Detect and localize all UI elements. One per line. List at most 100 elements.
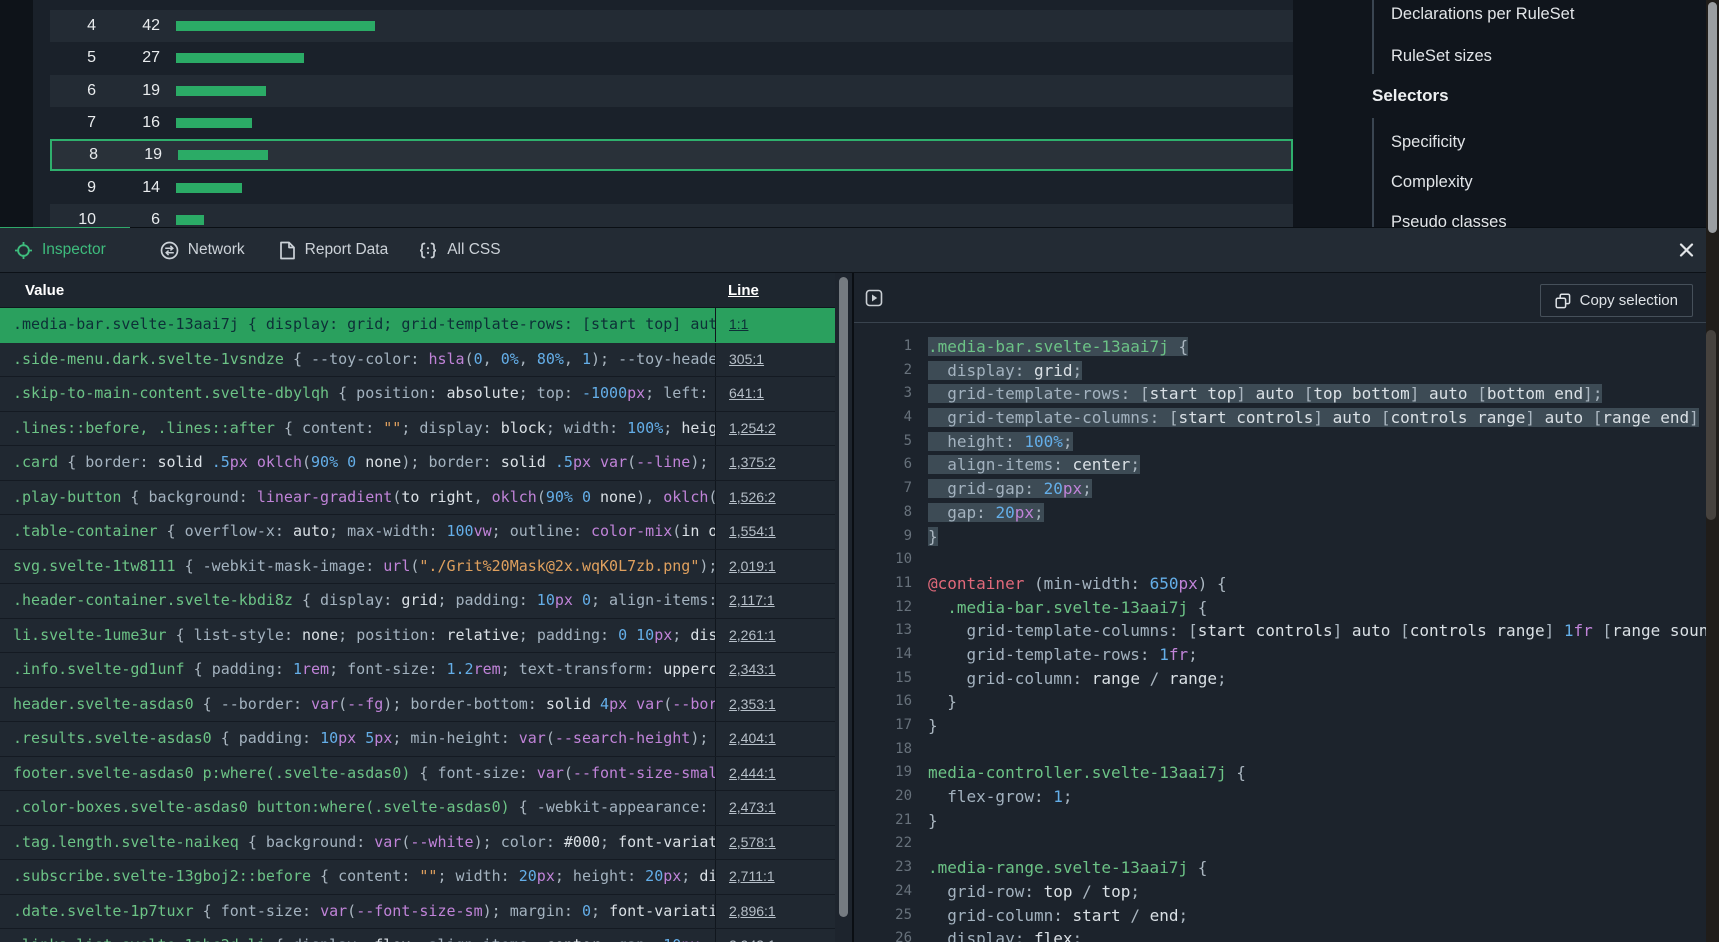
code-toolbar: Copy selection <box>854 273 1706 323</box>
line-link[interactable]: 1,375:2 <box>729 454 776 470</box>
rule-line-cell: 2,943:1 <box>715 929 835 942</box>
rule-value: .skip-to-main-content.svelte-dbylqh { po… <box>0 377 715 411</box>
code-line-4: 4 grid-template-columns: [start controls… <box>854 406 1706 430</box>
rule-row-1[interactable]: .media-bar.svelte-13aai7j { display: gri… <box>0 308 835 343</box>
rule-row-13[interactable]: .results.svelte-asdas0 { padding: 10px 5… <box>0 722 835 757</box>
line-number: 4 <box>854 406 912 430</box>
rule-line-cell: 1,254:2 <box>715 412 835 446</box>
line-number: 2 <box>854 359 912 383</box>
sidebar-item-complexity[interactable]: Complexity <box>1391 170 1473 194</box>
chart-row-4[interactable]: 442 <box>50 10 1293 42</box>
line-link[interactable]: 1,526:2 <box>729 489 776 505</box>
line-number: 24 <box>854 880 912 904</box>
rule-row-7[interactable]: .table-container { overflow-x: auto; max… <box>0 515 835 550</box>
page-scrollbar-track[interactable] <box>1706 0 1719 942</box>
document-icon <box>279 241 296 260</box>
bucket-count: 16 <box>96 114 160 132</box>
line-link[interactable]: 641:1 <box>729 385 764 401</box>
sidebar-item-declarations-per-ruleset[interactable]: Declarations per RuleSet <box>1391 2 1574 26</box>
tab-network[interactable]: Network <box>160 241 245 260</box>
code-line-16: 16 } <box>854 690 1706 714</box>
code-text: grid-column: range / range; <box>928 667 1227 691</box>
line-link[interactable]: 2,261:1 <box>729 627 776 643</box>
rule-row-4[interactable]: .lines::before, .lines::after { content:… <box>0 412 835 447</box>
line-link[interactable]: 2,353:1 <box>729 696 776 712</box>
line-link[interactable]: 2,117:1 <box>729 592 775 608</box>
line-number: 7 <box>854 477 912 501</box>
rule-value: .lines::before, .lines::after { content:… <box>0 412 715 446</box>
report-page-region: 442527619716819914106 Declarations per R… <box>0 0 1719 227</box>
rule-row-17[interactable]: .subscribe.svelte-13gboj2::before { cont… <box>0 860 835 895</box>
line-link[interactable]: 1,554:1 <box>729 523 776 539</box>
rule-row-6[interactable]: .play-button { background: linear-gradie… <box>0 481 835 516</box>
sidebar-item-pseudo-classes[interactable]: Pseudo classes <box>1391 210 1507 227</box>
table-scrollbar[interactable] <box>835 273 852 942</box>
rule-row-11[interactable]: .info.svelte-gd1unf { padding: 1rem; fon… <box>0 653 835 688</box>
line-link[interactable]: 2,896:1 <box>729 903 776 919</box>
rule-line-cell: 305:1 <box>715 343 835 377</box>
css-analyzer-app: 442527619716819914106 Declarations per R… <box>0 0 1719 942</box>
rule-line-cell: 2,353:1 <box>715 688 835 722</box>
rule-row-8[interactable]: svg.svelte-1tw8111 { -webkit-mask-image:… <box>0 550 835 585</box>
open-panel-toggle[interactable] <box>865 289 883 307</box>
rules-table-rows: .media-bar.svelte-13aai7j { display: gri… <box>0 308 835 942</box>
code-scrollbar-thumb[interactable] <box>1706 330 1716 520</box>
rule-row-18[interactable]: .date.svelte-1p7tuxr { font-size: var(--… <box>0 895 835 930</box>
line-link[interactable]: 2,404:1 <box>729 730 776 746</box>
line-link[interactable]: 2,444:1 <box>729 765 776 781</box>
line-link[interactable]: 1,254:2 <box>729 420 776 436</box>
code-line-1: 1.media-bar.svelte-13aai7j { <box>854 335 1706 359</box>
line-link[interactable]: 2,943:1 <box>729 937 776 942</box>
tab-inspector[interactable]: Inspector <box>14 241 106 260</box>
rule-row-15[interactable]: .color-boxes.svelte-asdas0 button:where(… <box>0 791 835 826</box>
rule-row-10[interactable]: li.svelte-1ume3ur { list-style: none; po… <box>0 619 835 654</box>
code-line-14: 14 grid-template-rows: 1fr; <box>854 643 1706 667</box>
line-number: 18 <box>854 738 912 762</box>
line-number: 21 <box>854 809 912 833</box>
rule-row-16[interactable]: .tag.length.svelte-naikeq { background: … <box>0 826 835 861</box>
chart-row-9[interactable]: 914 <box>50 171 1293 203</box>
page-scrollbar-thumb[interactable] <box>1708 2 1717 233</box>
rule-value: .date.svelte-1p7tuxr { font-size: var(--… <box>0 895 715 929</box>
line-link[interactable]: 1:1 <box>729 316 748 332</box>
line-link[interactable]: 2,019:1 <box>729 558 776 574</box>
rule-value: footer.svelte-asdas0 p:where(.svelte-asd… <box>0 757 715 791</box>
sidebar-item-specificity[interactable]: Specificity <box>1391 130 1465 154</box>
bucket-label: 6 <box>50 82 96 100</box>
rule-row-2[interactable]: .side-menu.dark.svelte-1vsndze { --toy-c… <box>0 343 835 378</box>
rule-row-14[interactable]: footer.svelte-asdas0 p:where(.svelte-asd… <box>0 757 835 792</box>
code-line-5: 5 height: 100%; <box>854 430 1706 454</box>
code-text: media-controller.svelte-13aai7j { <box>928 761 1246 785</box>
rule-row-19[interactable]: .links-list.svelte-1abc2d li { display: … <box>0 929 835 942</box>
line-number: 6 <box>854 453 912 477</box>
chart-row-7[interactable]: 716 <box>50 107 1293 139</box>
code-line-24: 24 grid-row: top / top; <box>854 880 1706 904</box>
chart-row-10[interactable]: 106 <box>50 204 1293 227</box>
code-editor[interactable]: 1.media-bar.svelte-13aai7j {2 display: g… <box>854 323 1706 942</box>
close-panel-button[interactable] <box>1678 242 1695 259</box>
line-link[interactable]: 305:1 <box>729 351 764 367</box>
sidebar-item-ruleset-sizes[interactable]: RuleSet sizes <box>1391 44 1492 68</box>
rule-value: .results.svelte-asdas0 { padding: 10px 5… <box>0 722 715 756</box>
bucket-label: 5 <box>50 49 96 67</box>
tab-all-css[interactable]: All CSS <box>418 241 500 260</box>
code-text: } <box>928 525 938 549</box>
bucket-label: 9 <box>50 179 96 197</box>
line-link[interactable]: 2,473:1 <box>729 799 776 815</box>
table-scrollbar-thumb[interactable] <box>839 277 848 917</box>
copy-selection-button[interactable]: Copy selection <box>1540 284 1693 317</box>
line-link[interactable]: 2,578:1 <box>729 834 776 850</box>
chart-row-5[interactable]: 527 <box>50 42 1293 74</box>
rule-row-3[interactable]: .skip-to-main-content.svelte-dbylqh { po… <box>0 377 835 412</box>
line-number: 23 <box>854 856 912 880</box>
tab-report-data[interactable]: Report Data <box>279 241 389 260</box>
chart-row-6[interactable]: 619 <box>50 75 1293 107</box>
rule-line-cell: 2,578:1 <box>715 826 835 860</box>
line-link[interactable]: 2,711:1 <box>729 868 775 884</box>
rule-row-9[interactable]: .header-container.svelte-kbdi8z { displa… <box>0 584 835 619</box>
chart-row-8[interactable]: 819 <box>50 139 1293 171</box>
column-header-line[interactable]: Line <box>715 282 835 299</box>
rule-row-12[interactable]: header.svelte-asdas0 { --border: var(--f… <box>0 688 835 723</box>
rule-row-5[interactable]: .card { border: solid .5px oklch(90% 0 n… <box>0 446 835 481</box>
line-link[interactable]: 2,343:1 <box>729 661 776 677</box>
